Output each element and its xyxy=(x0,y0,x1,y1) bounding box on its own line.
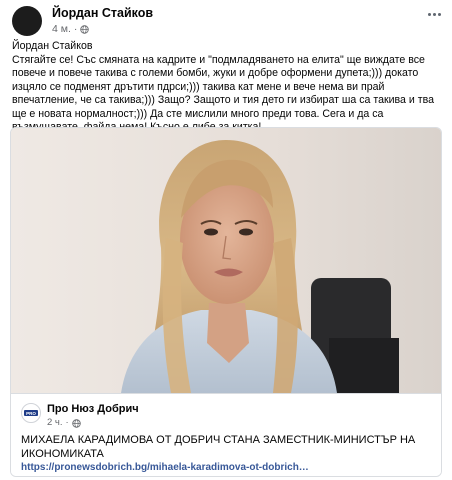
link-preview-image[interactable] xyxy=(11,128,441,393)
author-name[interactable]: Йордан Стайков xyxy=(52,6,153,21)
globe-icon[interactable] xyxy=(80,25,90,34)
post-header: Йордан Стайков 4 м. · xyxy=(12,6,444,38)
source-time[interactable]: 2 ч. xyxy=(47,417,63,429)
link-info[interactable]: PRO Про Нюз Добрич 2 ч. · МИХАЕЛА КАРАДИ… xyxy=(11,393,441,476)
logo-text: PRO xyxy=(26,411,36,416)
source-row: PRO Про Нюз Добрич 2 ч. · xyxy=(21,403,139,429)
pronews-logo-icon: PRO xyxy=(24,410,38,416)
source-meta: 2 ч. · xyxy=(47,417,139,429)
post-text-body: Стягайте се! Със смяната на кадрите и "п… xyxy=(12,53,434,134)
source-meta-separator: · xyxy=(65,417,69,428)
link-headline[interactable]: МИХАЕЛА КАРАДИМОВА ОТ ДОБРИЧ СТАНА ЗАМЕС… xyxy=(21,434,431,461)
portrait-photo xyxy=(11,128,441,393)
link-preview-card[interactable]: PRO Про Нюз Добрич 2 ч. · МИХАЕЛА КАРАДИ… xyxy=(10,127,442,477)
post-text-author: Йордан Стайков xyxy=(12,40,93,52)
post-meta: 4 м. · xyxy=(52,23,153,36)
source-name[interactable]: Про Нюз Добрич xyxy=(47,403,139,416)
meta-separator: · xyxy=(73,23,78,35)
globe-icon xyxy=(71,418,81,428)
author-block: Йордан Стайков 4 м. · xyxy=(52,6,153,36)
author-avatar[interactable] xyxy=(12,6,42,36)
post-text: Йордан Стайков Стягайте се! Със смяната … xyxy=(12,40,440,135)
post-time[interactable]: 4 м. xyxy=(52,23,71,36)
more-options-icon[interactable] xyxy=(422,6,446,22)
source-logo[interactable]: PRO xyxy=(21,403,41,423)
facebook-post: Йордан Стайков 4 м. · Йордан Стайков Стя… xyxy=(0,0,452,480)
link-url[interactable]: https://pronewsdobrich.bg/mihaela-karadi… xyxy=(21,462,309,474)
source-text: Про Нюз Добрич 2 ч. · xyxy=(47,403,139,429)
